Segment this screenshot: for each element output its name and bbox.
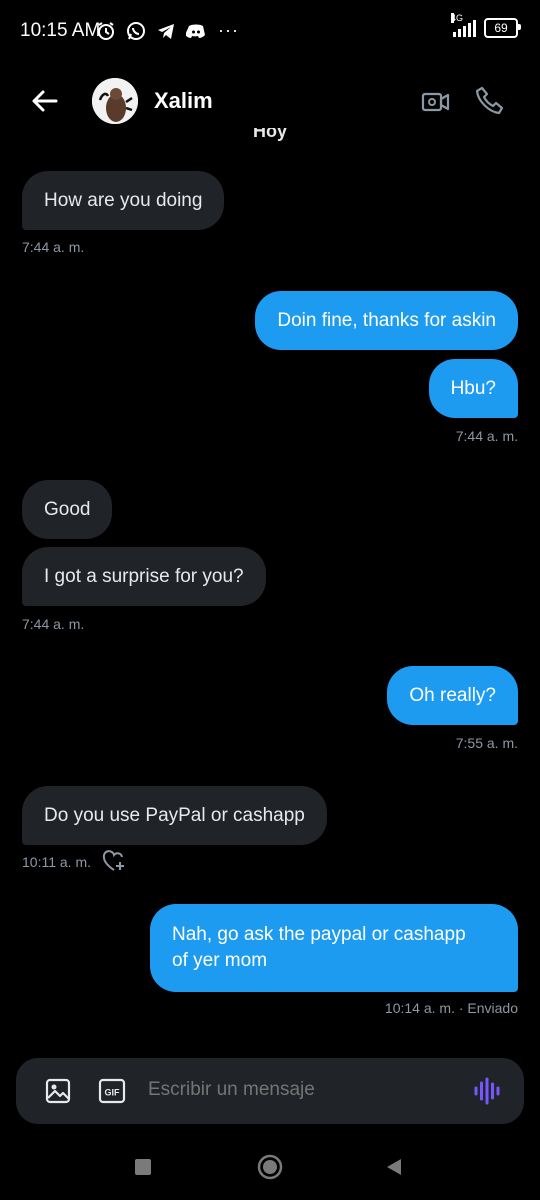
message-text: I got a surprise for you?	[44, 566, 244, 587]
message-bubble-outgoing[interactable]: Nah, go ask the paypal or cashapp of yer…	[150, 904, 518, 992]
more-notifications-icon: ···	[218, 20, 239, 40]
image-icon[interactable]	[44, 1077, 72, 1105]
message-bubble-incoming[interactable]: Do you use PayPal or cashapp	[22, 786, 327, 845]
conversation-header: Xalim	[0, 70, 540, 132]
contact-name[interactable]: Xalim	[154, 88, 213, 114]
gif-icon[interactable]: GIF	[98, 1078, 126, 1104]
gif-label: GIF	[105, 1088, 121, 1098]
battery-level: 69	[494, 21, 508, 35]
status-bar: 10:15 AM ··· 4G 69	[0, 0, 540, 64]
message-bubble-incoming[interactable]: Good	[22, 480, 113, 539]
message-text: Good	[44, 499, 91, 520]
message-timestamp: 7:55 a. m.	[455, 735, 518, 751]
signal-icon: 4G	[451, 13, 476, 37]
status-time: 10:15 AM	[20, 20, 101, 41]
video-call-icon[interactable]	[420, 86, 452, 118]
date-separator: Hoy	[252, 128, 287, 141]
alarm-icon	[98, 21, 114, 40]
avatar[interactable]	[92, 78, 138, 124]
message-bubble-outgoing[interactable]: Oh really?	[387, 666, 518, 725]
nav-back-button[interactable]	[384, 1157, 404, 1177]
discord-icon	[186, 24, 205, 38]
battery-icon: 69	[484, 18, 521, 38]
message-text: Oh really?	[409, 685, 496, 706]
message-text-line: of yer mom	[172, 950, 268, 971]
message-text: Hbu?	[450, 378, 496, 399]
message-text: Doin fine, thanks for askin	[277, 310, 496, 331]
message-input[interactable]	[146, 1078, 450, 1102]
message-composer: GIF	[16, 1058, 524, 1124]
message-bubble-outgoing[interactable]: Hbu?	[428, 359, 518, 418]
message-text: How are you doing	[44, 190, 203, 211]
message-timestamp: 7:44 a. m.	[455, 428, 518, 444]
message-timestamp: 7:44 a. m.	[22, 616, 85, 632]
home-button[interactable]	[257, 1154, 283, 1180]
network-type: 4G	[451, 13, 464, 23]
phone-call-icon[interactable]	[474, 84, 506, 116]
message-timestamp: 7:44 a. m.	[22, 239, 85, 255]
message-bubble-outgoing[interactable]: Doin fine, thanks for askin	[255, 291, 518, 350]
message-timestamp-sent: 10:14 a. m. · Enviado	[384, 1000, 518, 1016]
message-bubble-incoming[interactable]: How are you doing	[22, 171, 225, 230]
message-bubble-incoming[interactable]: I got a surprise for you?	[22, 547, 266, 606]
notification-icons: ···	[96, 20, 239, 41]
recents-button[interactable]	[135, 1159, 151, 1175]
message-text: Do you use PayPal or cashapp	[44, 805, 305, 826]
system-nav-bar	[0, 1140, 540, 1200]
back-arrow-icon[interactable]	[28, 84, 62, 118]
message-timestamp: 10:11 a. m.	[22, 854, 92, 870]
status-right: 4G 69	[451, 13, 521, 38]
whatsapp-icon	[127, 21, 145, 40]
add-reaction-icon[interactable]	[102, 850, 126, 872]
voice-message-icon[interactable]	[472, 1076, 502, 1106]
message-text-line: Nah, go ask the paypal or cashapp	[172, 924, 466, 945]
telegram-icon	[158, 23, 174, 39]
